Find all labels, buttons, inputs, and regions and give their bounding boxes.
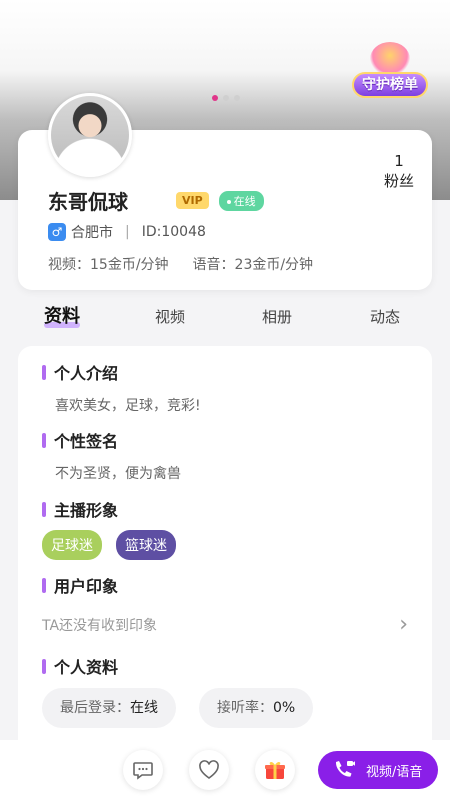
chevron-right-icon: › — [399, 612, 408, 637]
intro-title-text: 个人介绍 — [54, 364, 119, 383]
intro-text: 喜欢美女，足球，竞彩! — [55, 398, 201, 414]
carousel-dots — [212, 95, 240, 101]
fans-counter[interactable]: 1 粉丝 — [384, 152, 414, 191]
carousel-dot[interactable] — [212, 95, 218, 101]
section-bar — [42, 364, 46, 380]
section-bar — [42, 577, 46, 593]
heart-icon — [199, 760, 219, 779]
last-login-pill: 最后登录：在线 — [42, 688, 176, 728]
video-price: 视频：15金币/分钟 — [48, 257, 169, 273]
impression-title-text: 用户印象 — [54, 577, 119, 596]
impression-text: TA还没有收到印象 — [42, 618, 158, 634]
location-row: ♂ 合肥市 | ID:10048 — [48, 222, 206, 242]
profile-tabs: 资料 视频 相册 动态 — [0, 300, 450, 340]
fans-label: 粉丝 — [383, 172, 414, 190]
last-login-value: 在线 — [130, 700, 158, 716]
section-bar — [42, 658, 46, 674]
call-button-label: 视频/语音 — [366, 764, 423, 780]
online-label: 在线 — [233, 194, 256, 208]
tab-videos[interactable]: 视频 — [155, 306, 185, 327]
tab-profile[interactable]: 资料 — [44, 302, 80, 328]
anchor-name: 东哥侃球 — [48, 190, 128, 214]
user-id: ID:10048 — [141, 224, 206, 240]
vip-badge: VIP — [176, 192, 209, 209]
gift-icon — [265, 761, 285, 779]
section-bar — [42, 432, 46, 448]
carousel-dot[interactable] — [234, 95, 240, 101]
fans-count: 1 — [394, 152, 404, 170]
phone-icon — [335, 761, 355, 777]
last-login-label: 最后登录： — [60, 700, 130, 716]
tag-football-fan: 足球迷 — [42, 530, 102, 560]
carousel-dot[interactable] — [223, 95, 229, 101]
gift-button[interactable] — [255, 750, 295, 790]
image-title-text: 主播形象 — [54, 501, 119, 520]
separator: | — [125, 224, 130, 240]
video-voice-call-button[interactable]: 视频/语音 — [318, 751, 438, 789]
signature-title: 个性签名 — [42, 428, 118, 452]
image-title: 主播形象 — [42, 497, 118, 521]
male-gender-icon: ♂ — [48, 223, 66, 241]
answer-rate-value: 0% — [273, 700, 296, 716]
message-button[interactable] — [123, 750, 163, 790]
info-title-text: 个人资料 — [54, 658, 119, 677]
guard-rank-button[interactable]: 守护榜单 — [352, 42, 428, 104]
answer-rate-label: 接听率： — [217, 700, 273, 716]
guard-rank-label: 守护榜单 — [352, 72, 428, 98]
section-bar — [42, 501, 46, 517]
follow-button[interactable] — [189, 750, 229, 790]
name-row: 东哥侃球 VIP 在线 — [48, 186, 264, 215]
signature-title-text: 个性签名 — [54, 432, 119, 451]
impression-title: 用户印象 — [42, 573, 118, 597]
impression-row[interactable]: TA还没有收到印象 › — [42, 614, 408, 636]
tag-basketball-fan: 篮球迷 — [116, 530, 176, 560]
online-status-badge: 在线 — [218, 190, 264, 211]
price-row: 视频：15金币/分钟 语音：23金币/分钟 — [48, 254, 313, 274]
tab-moments[interactable]: 动态 — [370, 306, 400, 327]
avatar[interactable] — [48, 93, 132, 177]
city-text: 合肥市 — [71, 225, 113, 241]
message-icon — [133, 762, 153, 780]
voice-price: 语音：23金币/分钟 — [192, 257, 314, 273]
online-dot-icon — [226, 199, 231, 204]
signature-text: 不为圣贤，便为禽兽 — [55, 466, 181, 482]
gift-box-icon — [370, 42, 410, 76]
answer-rate-pill: 接听率：0% — [199, 688, 314, 728]
profile-details-card: 个人介绍 喜欢美女，足球，竞彩! 个性签名 不为圣贤，便为禽兽 主播形象 足球迷… — [18, 346, 432, 746]
bottom-action-bar: 视频/语音 — [0, 740, 450, 800]
intro-title: 个人介绍 — [42, 360, 118, 384]
tab-album[interactable]: 相册 — [262, 306, 292, 327]
info-title: 个人资料 — [42, 654, 118, 678]
